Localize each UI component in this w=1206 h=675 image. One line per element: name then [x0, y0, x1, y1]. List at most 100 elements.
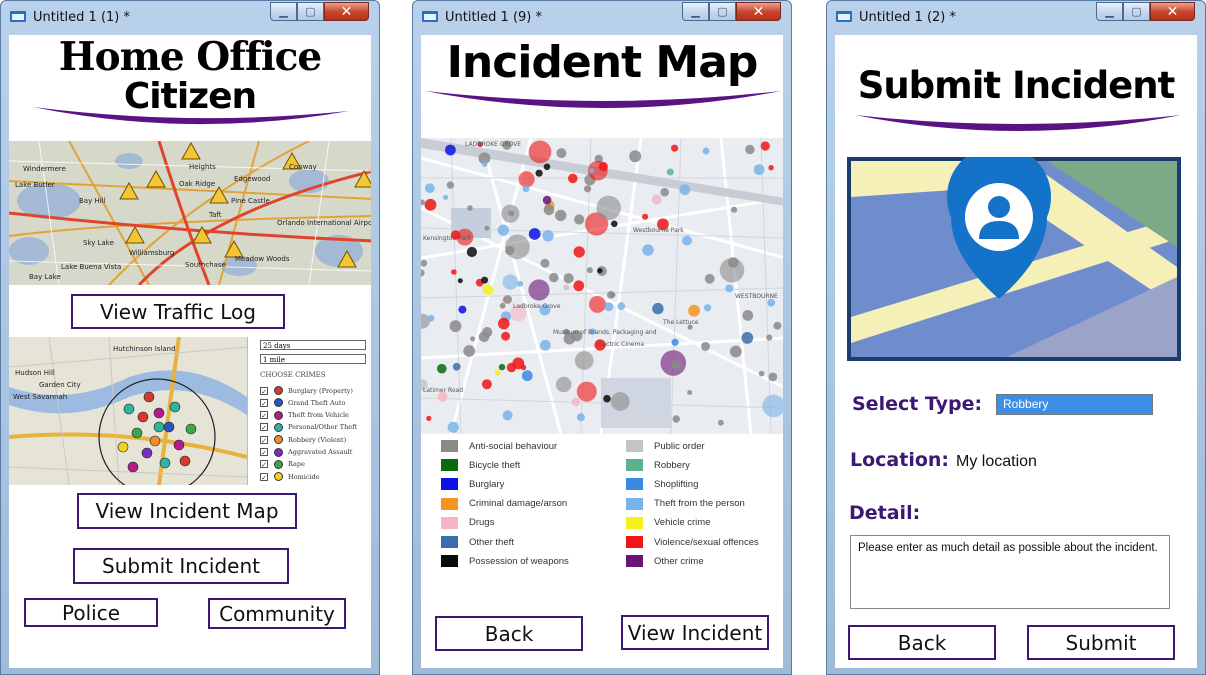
incident-marker[interactable] [563, 273, 574, 284]
incident-marker[interactable] [672, 415, 680, 423]
incident-marker[interactable] [603, 394, 611, 403]
incident-map-image[interactable]: LADBROKE GROVE Kensington Park Westbourn… [421, 138, 783, 434]
incident-marker[interactable] [731, 206, 738, 213]
incident-marker[interactable] [704, 273, 715, 284]
crime-filter-item[interactable]: ✓ Grand Theft Auto [260, 397, 345, 408]
incident-marker[interactable] [563, 284, 570, 291]
maximize-button[interactable]: ▢ [1123, 2, 1150, 21]
incident-marker[interactable] [508, 210, 515, 217]
incident-marker[interactable] [522, 185, 530, 193]
incident-marker[interactable] [642, 213, 649, 220]
incident-marker[interactable] [498, 363, 506, 371]
incident-marker[interactable] [498, 317, 510, 330]
incident-marker[interactable] [445, 144, 456, 156]
incident-marker[interactable] [517, 280, 524, 287]
incident-marker[interactable] [481, 161, 488, 167]
minimize-button[interactable]: ▁ [682, 2, 709, 21]
crime-filter-item[interactable]: ✓ Personal/Other Theft [260, 422, 357, 433]
submit-button[interactable]: Submit [1027, 625, 1175, 660]
incident-marker[interactable] [555, 209, 567, 222]
incident-marker[interactable] [573, 280, 585, 292]
incident-marker[interactable] [556, 148, 567, 159]
incident-marker[interactable] [687, 390, 693, 395]
incident-marker[interactable] [773, 321, 782, 330]
incident-marker[interactable] [701, 341, 710, 351]
view-traffic-log-button[interactable]: View Traffic Log [71, 294, 285, 329]
incident-marker[interactable] [703, 304, 712, 312]
police-button[interactable]: Police [24, 598, 158, 627]
checkbox-checked-icon[interactable]: ✓ [260, 472, 268, 482]
incident-marker[interactable] [499, 302, 506, 309]
incident-marker[interactable] [611, 220, 618, 228]
crime-filter-item[interactable]: ✓ Theft from Vehicle [260, 410, 349, 421]
incident-marker[interactable] [528, 140, 552, 164]
incident-marker[interactable] [555, 376, 572, 393]
incident-marker[interactable] [586, 267, 593, 274]
checkbox-checked-icon[interactable]: ✓ [260, 398, 268, 408]
incident-marker[interactable] [542, 195, 552, 205]
incident-marker[interactable] [589, 167, 595, 174]
incident-marker[interactable] [729, 345, 742, 358]
incident-marker[interactable] [466, 246, 477, 258]
incident-marker[interactable] [584, 185, 592, 193]
incident-marker[interactable] [702, 147, 710, 155]
crime-map-image[interactable]: Hutchinson Island Hudson Hill Garden City… [9, 337, 371, 485]
crime-filter-item[interactable]: ✓ Aggravated Assault [260, 447, 352, 458]
incident-marker[interactable] [742, 310, 754, 321]
minimize-button[interactable]: ▁ [1096, 2, 1123, 21]
submit-incident-button[interactable]: Submit Incident [73, 548, 289, 584]
checkbox-checked-icon[interactable]: ✓ [260, 435, 268, 445]
title-bar[interactable]: Untitled 1 (2) * ▁ ▢ ✕ [827, 1, 1205, 31]
checkbox-checked-icon[interactable]: ✓ [260, 411, 268, 420]
checkbox-checked-icon[interactable]: ✓ [260, 460, 268, 469]
incident-marker[interactable] [463, 345, 476, 357]
incident-marker[interactable] [506, 362, 517, 373]
incident-marker[interactable] [766, 334, 773, 341]
incident-marker[interactable] [741, 332, 754, 344]
incident-marker[interactable] [576, 413, 585, 422]
incident-marker[interactable] [666, 168, 674, 176]
incident-marker[interactable] [502, 410, 513, 421]
incident-marker[interactable] [651, 194, 662, 205]
incident-marker[interactable] [494, 369, 501, 376]
incident-marker[interactable] [427, 314, 435, 322]
incident-marker[interactable] [609, 292, 616, 298]
incident-marker[interactable] [481, 379, 492, 390]
incident-marker[interactable] [467, 205, 473, 211]
crime-filter-item[interactable]: ✓ Burglary (Property) [260, 385, 353, 396]
maximize-button[interactable]: ▢ [297, 2, 324, 21]
incident-marker[interactable] [760, 141, 770, 151]
incident-marker[interactable] [426, 415, 432, 421]
incident-marker[interactable] [574, 351, 594, 370]
incident-marker[interactable] [652, 302, 664, 315]
title-bar[interactable]: Untitled 1 (9) * ▁ ▢ ✕ [413, 1, 791, 31]
incident-marker[interactable] [617, 302, 626, 311]
maximize-button[interactable]: ▢ [709, 2, 736, 21]
incident-marker[interactable] [424, 183, 435, 194]
incident-marker[interactable] [540, 258, 550, 268]
incident-marker[interactable] [501, 331, 511, 341]
incident-marker[interactable] [574, 214, 585, 225]
incident-marker[interactable] [768, 372, 778, 382]
incident-marker[interactable] [725, 284, 734, 293]
incident-marker[interactable] [481, 276, 489, 284]
checkbox-checked-icon[interactable]: ✓ [260, 448, 268, 457]
distance-select[interactable]: 1 mile [260, 354, 366, 364]
incident-marker[interactable] [424, 198, 437, 211]
title-bar[interactable]: Untitled 1 (1) * ▁ ▢ ✕ [1, 1, 379, 31]
incident-marker[interactable] [571, 397, 581, 407]
incident-marker[interactable] [768, 165, 774, 171]
incident-marker[interactable] [728, 257, 739, 268]
traffic-map-image[interactable]: Windermere Lake Butler Bay Hill Sky Lake L… [9, 141, 371, 285]
incident-marker[interactable] [503, 295, 512, 304]
incident-marker[interactable] [521, 370, 533, 382]
incident-marker[interactable] [484, 225, 490, 231]
incident-marker[interactable] [446, 181, 455, 189]
incident-marker[interactable] [443, 194, 449, 200]
incident-marker[interactable] [502, 274, 518, 290]
crime-filter-item[interactable]: ✓ Homicide [260, 471, 320, 482]
incident-marker[interactable] [543, 163, 551, 171]
incident-marker[interactable] [482, 284, 494, 296]
incident-marker[interactable] [596, 195, 621, 221]
incident-marker[interactable] [718, 419, 724, 426]
